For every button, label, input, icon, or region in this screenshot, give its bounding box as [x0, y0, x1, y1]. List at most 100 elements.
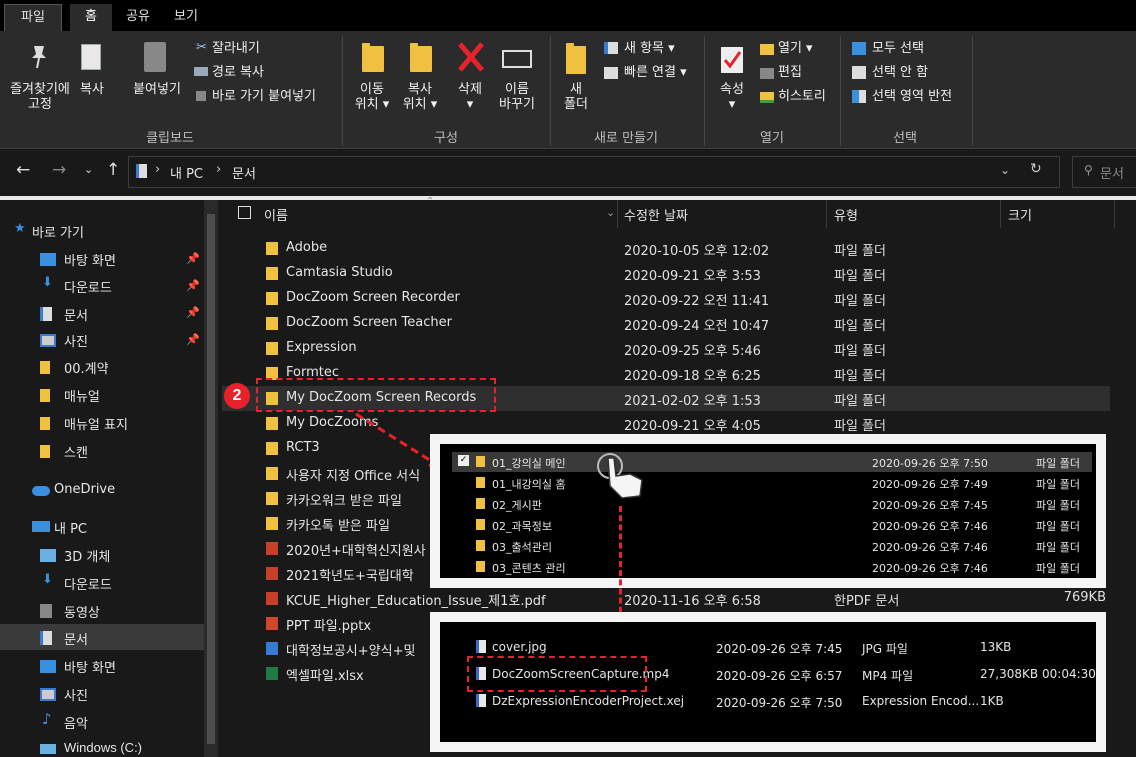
subfolder-row[interactable]: 03_콘텐츠 관리 2020-09-26 오후 7:46 파일 폴더 [452, 557, 1092, 577]
nav-item-desktop-pc[interactable]: 바탕 화면 [64, 657, 116, 676]
file-icon [476, 640, 486, 653]
file-row[interactable]: Expression 2020-09-25 오후 5:46 파일 폴더 [222, 336, 1110, 361]
nav-item-documents-pc[interactable]: 문서 [64, 629, 88, 648]
breadcrumb-documents[interactable]: 문서 [232, 163, 256, 182]
subfolder-row[interactable]: ✓ 01_강의실 메인 2020-09-26 오후 7:50 파일 폴더 [452, 452, 1092, 472]
nav-item-documents[interactable]: 문서 [64, 305, 88, 324]
file-row[interactable]: DocZoom Screen Teacher 2020-09-24 오전 10:4… [222, 311, 1110, 336]
column-header-type[interactable]: 유형 [834, 205, 858, 224]
rename-button[interactable]: 이름 바꾸기 [496, 82, 538, 112]
hwp-icon [266, 642, 278, 655]
nav-this-pc[interactable]: 내 PC [54, 518, 87, 537]
new-folder-icon [566, 43, 586, 74]
file-type: 파일 폴더 [834, 244, 886, 259]
file-type: 파일 폴더 [834, 344, 886, 359]
nav-item-contracts[interactable]: 00.계약 [64, 358, 109, 377]
folder-icon [476, 519, 485, 530]
pin-to-quick-access-button[interactable]: 즐겨찾기에 고정 [8, 82, 72, 112]
nav-item-scan[interactable]: 스캔 [64, 442, 88, 461]
file-row[interactable]: Adobe 2020-10-05 오후 12:02 파일 폴더 [222, 236, 1110, 261]
select-all-checkbox[interactable] [238, 206, 251, 219]
subfolder-name: 03_출석관리 [492, 541, 552, 554]
subfolder-type: 파일 폴더 [1036, 457, 1080, 470]
ribbon-separator [342, 36, 343, 146]
nav-item-videos[interactable]: 동영상 [64, 602, 100, 621]
cloud-icon [32, 486, 50, 496]
nav-item-downloads-pc[interactable]: 다운로드 [64, 574, 112, 593]
file-row[interactable]: DocZoom Screen Recorder 2020-09-22 오전 11:… [222, 286, 1110, 311]
nav-item-manual[interactable]: 매뉴얼 [64, 386, 100, 405]
cut-button[interactable]: 잘라내기 [212, 41, 260, 56]
select-all-button[interactable]: 모두 선택 [872, 41, 924, 56]
tab-file[interactable]: 파일 [4, 4, 62, 31]
subfolder-row[interactable]: 02_과목정보 2020-09-26 오후 7:46 파일 폴더 [452, 515, 1092, 535]
pdf-icon [266, 542, 278, 555]
open-button[interactable]: 열기 ▾ [778, 41, 813, 56]
column-header-name[interactable]: 이름 [264, 205, 288, 224]
select-none-button[interactable]: 선택 안 함 [872, 65, 928, 80]
ppt-icon [266, 617, 278, 630]
up-arrow-icon[interactable]: ↑ [106, 160, 120, 180]
new-folder-label-2: 폴더 [564, 97, 588, 112]
search-icon: ⚲ [1084, 163, 1093, 177]
folder-icon [266, 242, 278, 255]
copy-to-button[interactable]: 복사 위치 ▾ [398, 82, 442, 112]
file-row[interactable]: Camtasia Studio 2020-09-21 오후 3:53 파일 폴더 [222, 261, 1110, 286]
subfolder-row[interactable]: 01_내강의실 홈 2020-09-26 오후 7:49 파일 폴더 [452, 473, 1092, 493]
ribbon-tab-bar: 파일 홈 공유 보기 [0, 0, 1136, 31]
nav-item-manual-cover[interactable]: 매뉴얼 표지 [64, 414, 128, 433]
properties-button[interactable]: 속성 ▾ [714, 82, 750, 112]
easy-access-button[interactable]: 빠른 연결 ▾ [624, 65, 687, 80]
address-dropdown-icon[interactable]: ⌄ [1000, 163, 1010, 177]
column-separator[interactable] [1114, 200, 1115, 228]
nav-item-windows-drive[interactable]: Windows (C:) [64, 740, 142, 755]
paste-button[interactable]: 붙여넣기 [128, 82, 186, 97]
copy-button[interactable]: 복사 [76, 82, 108, 97]
nav-item-downloads[interactable]: 다운로드 [64, 277, 112, 296]
file-name: PPT 파일.pptx [286, 619, 372, 634]
nav-item-desktop[interactable]: 바탕 화면 [64, 250, 116, 269]
edit-button[interactable]: 편집 [778, 65, 802, 80]
paste-shortcut-button[interactable]: 바로 가기 붙여넣기 [212, 89, 316, 104]
column-dropdown-icon[interactable]: ⌄ [606, 206, 615, 219]
column-header-size[interactable]: 크기 [1008, 205, 1032, 224]
column-header-date[interactable]: 수정한 날짜 [624, 205, 688, 224]
nav-item-pictures-pc[interactable]: 사진 [64, 685, 88, 704]
file-row[interactable]: KCUE_Higher_Education_Issue_제1호.pdf 2020-… [222, 586, 1110, 611]
address-box[interactable] [128, 156, 1060, 188]
new-folder-button[interactable]: 새 폴더 [558, 82, 594, 112]
nav-quick-access[interactable]: 바로 가기 [32, 222, 84, 241]
file-row[interactable]: DzExpressionEncoderProject.xej 2020-09-26… [470, 694, 1096, 714]
delete-label-1: 삭제 [458, 82, 482, 97]
tab-home[interactable]: 홈 [70, 4, 112, 31]
copy-path-button[interactable]: 경로 복사 [212, 65, 264, 80]
back-arrow-icon[interactable]: ← [16, 160, 30, 180]
nav-item-pictures[interactable]: 사진 [64, 331, 88, 350]
nav-item-music[interactable]: 음악 [64, 713, 88, 732]
subfolder-type: 파일 폴더 [1036, 478, 1080, 491]
nav-onedrive[interactable]: OneDrive [54, 482, 115, 497]
column-separator[interactable] [1000, 200, 1001, 228]
column-separator[interactable] [617, 200, 618, 228]
checkbox-checked[interactable]: ✓ [458, 455, 469, 466]
column-separator[interactable] [826, 200, 827, 228]
delete-button[interactable]: 삭제 ▾ [450, 82, 490, 112]
move-to-button[interactable]: 이동 위치 ▾ [350, 82, 394, 112]
invert-selection-button[interactable]: 선택 영역 반전 [872, 89, 952, 104]
recent-locations-chevron-icon[interactable]: ⌄ [84, 163, 93, 176]
breadcrumb-this-pc[interactable]: 내 PC [170, 163, 203, 182]
nav-scrollbar-thumb[interactable] [207, 214, 215, 744]
refresh-icon[interactable]: ↻ [1030, 161, 1042, 177]
tab-view[interactable]: 보기 [166, 4, 206, 31]
new-item-button[interactable]: 새 항목 ▾ [624, 41, 675, 56]
subfolder-row[interactable]: 02_게시판 2020-09-26 오후 7:45 파일 폴더 [452, 494, 1092, 514]
file-name: 카카오워크 받은 파일 [286, 494, 402, 509]
delete-label-2: ▾ [466, 97, 474, 112]
subfolder-row[interactable]: 03_출석관리 2020-09-26 오후 7:46 파일 폴더 [452, 536, 1092, 556]
history-button[interactable]: 히스토리 [778, 89, 826, 104]
tab-share[interactable]: 공유 [118, 4, 158, 31]
file-date: 2020-09-21 오후 3:53 [624, 269, 761, 284]
nav-item-3d-objects[interactable]: 3D 개체 [64, 546, 110, 565]
forward-arrow-icon[interactable]: → [52, 160, 66, 180]
file-type: JPG 파일 [862, 642, 908, 656]
